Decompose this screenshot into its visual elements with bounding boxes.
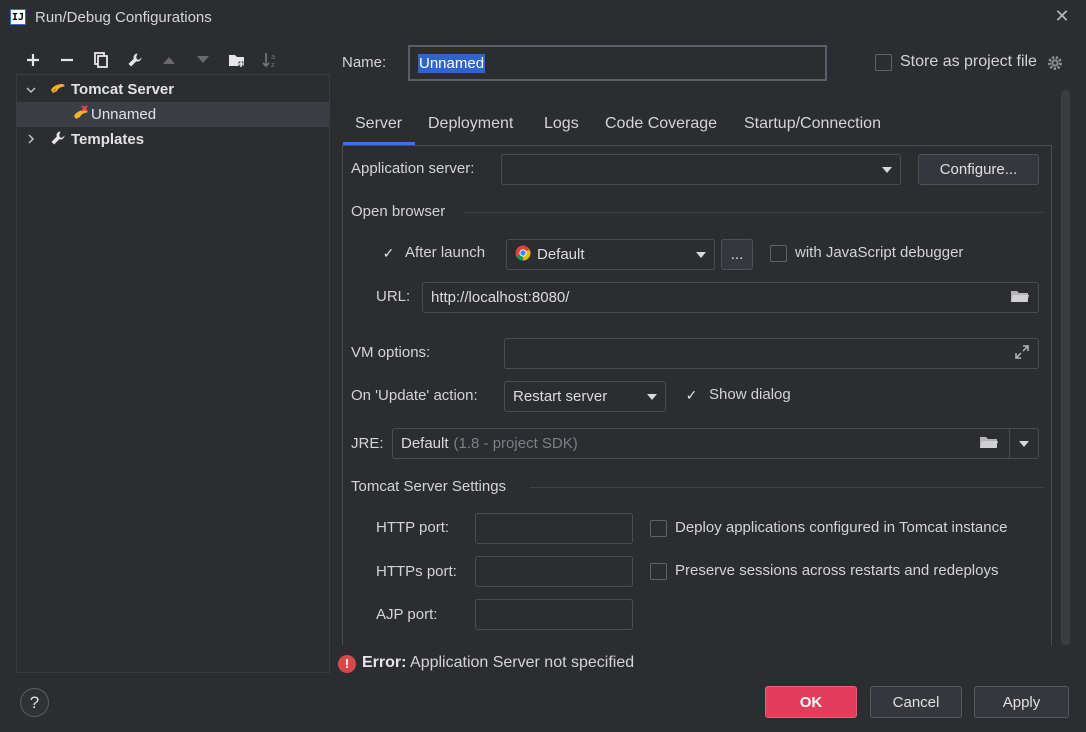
- tab-deployment[interactable]: Deployment: [428, 115, 513, 145]
- close-icon[interactable]: ✕: [1052, 6, 1072, 26]
- chevron-right-icon[interactable]: [24, 133, 38, 147]
- app-server-select[interactable]: [501, 154, 901, 185]
- window-title: Run/Debug Configurations: [35, 9, 212, 26]
- folder-icon[interactable]: [979, 434, 999, 454]
- name-input-value: Unnamed: [418, 53, 486, 73]
- remove-icon[interactable]: [56, 49, 78, 71]
- move-down-icon[interactable]: [192, 49, 214, 71]
- js-debugger-checkbox[interactable]: [770, 245, 787, 262]
- tree-item-label: Tomcat Server: [71, 81, 175, 98]
- tab-code-coverage[interactable]: Code Coverage: [605, 115, 717, 145]
- tab-logs[interactable]: Logs: [544, 115, 579, 145]
- http-port-input[interactable]: [475, 513, 633, 544]
- update-action-label: On 'Update' action:: [351, 387, 478, 404]
- wrench-icon[interactable]: [124, 49, 146, 71]
- tree-item-label: Unnamed: [91, 106, 157, 123]
- jre-select[interactable]: Default (1.8 - project SDK): [392, 428, 1039, 459]
- update-action-select[interactable]: Restart server: [504, 381, 666, 412]
- separator: [530, 487, 1043, 488]
- error-message: Error: Application Server not specified: [362, 654, 634, 672]
- ajp-port-label: AJP port:: [376, 606, 438, 623]
- tree-item-label: Templates: [71, 131, 145, 148]
- show-dialog-checkbox[interactable]: ✓: [683, 387, 700, 404]
- help-button[interactable]: ?: [20, 688, 49, 717]
- store-as-project-checkbox[interactable]: [875, 54, 892, 71]
- app-icon: IJ: [10, 9, 26, 25]
- separator: [463, 212, 1043, 213]
- after-launch-checkbox[interactable]: ✓: [380, 245, 397, 262]
- copy-icon[interactable]: [90, 49, 112, 71]
- tree-item-unnamed[interactable]: Unnamed: [17, 102, 329, 127]
- name-input[interactable]: Unnamed: [408, 45, 827, 81]
- new-folder-icon[interactable]: [226, 49, 248, 71]
- https-port-input[interactable]: [475, 556, 633, 587]
- svg-text:a: a: [271, 53, 275, 61]
- ajp-port-input[interactable]: [475, 599, 633, 630]
- vm-options-label: VM options:: [351, 344, 431, 361]
- tree-item-templates[interactable]: Templates: [17, 127, 329, 152]
- https-port-label: HTTPs port:: [376, 563, 457, 580]
- ok-button[interactable]: OK: [765, 686, 857, 718]
- jre-dropdown-button[interactable]: [1009, 429, 1038, 458]
- expand-icon[interactable]: [1014, 344, 1030, 364]
- move-up-icon[interactable]: [158, 49, 180, 71]
- name-label: Name:: [342, 54, 387, 71]
- preserve-sessions-label: Preserve sessions across restarts and re…: [675, 562, 999, 579]
- tomcat-icon: [50, 81, 70, 99]
- url-value: http://localhost:8080/: [431, 289, 570, 306]
- app-server-label: Application server:: [351, 160, 475, 177]
- tab-startup-connection[interactable]: Startup/Connection: [744, 115, 881, 145]
- store-as-project-label: Store as project file: [900, 53, 1037, 70]
- jre-hint: (1.8 - project SDK): [453, 435, 578, 452]
- jre-label: JRE:: [351, 435, 384, 452]
- after-launch-label: After launch: [405, 244, 486, 261]
- browser-value: Default: [537, 246, 585, 263]
- sort-icon[interactable]: az: [260, 49, 282, 71]
- error-prefix: Error:: [362, 654, 407, 671]
- show-dialog-label: Show dialog: [709, 386, 791, 403]
- update-action-value: Restart server: [513, 388, 608, 405]
- tomcat-error-icon: [73, 104, 91, 125]
- gear-icon[interactable]: [1046, 54, 1064, 76]
- browser-options-button[interactable]: ...: [721, 239, 753, 270]
- chrome-icon: [515, 245, 531, 265]
- apply-button[interactable]: Apply: [974, 686, 1069, 718]
- tab-server[interactable]: Server: [355, 115, 402, 145]
- dropdown-arrow-icon: [1019, 440, 1029, 447]
- wrench-icon: [50, 130, 70, 150]
- deploy-apps-checkbox[interactable]: [650, 520, 667, 537]
- open-browser-title: Open browser: [351, 203, 446, 220]
- error-text: Application Server not specified: [410, 654, 635, 671]
- vertical-scrollbar[interactable]: [1061, 90, 1070, 645]
- error-icon: !: [338, 655, 356, 673]
- vm-options-input[interactable]: [504, 338, 1039, 369]
- dropdown-arrow-icon: [696, 251, 706, 258]
- configuration-tree: Tomcat Server Unnamed Templates: [16, 74, 330, 673]
- url-label: URL:: [376, 288, 411, 305]
- browser-select[interactable]: Default: [506, 239, 715, 270]
- tomcat-settings-title: Tomcat Server Settings: [351, 478, 507, 495]
- dropdown-arrow-icon: [647, 393, 657, 400]
- js-debugger-label: with JavaScript debugger: [795, 244, 964, 261]
- cancel-button[interactable]: Cancel: [870, 686, 962, 718]
- preserve-sessions-checkbox[interactable]: [650, 563, 667, 580]
- tree-item-tomcat-server[interactable]: Tomcat Server: [17, 77, 329, 102]
- configure-button[interactable]: Configure...: [918, 154, 1039, 185]
- dropdown-arrow-icon: [882, 166, 892, 173]
- jre-value: Default: [401, 435, 449, 452]
- folder-icon[interactable]: [1010, 288, 1030, 308]
- deploy-apps-label: Deploy applications configured in Tomcat…: [675, 519, 1008, 536]
- http-port-label: HTTP port:: [376, 519, 450, 536]
- svg-text:z: z: [271, 61, 275, 69]
- chevron-down-icon[interactable]: [24, 83, 38, 97]
- add-icon[interactable]: [22, 49, 44, 71]
- url-input[interactable]: http://localhost:8080/: [422, 282, 1039, 313]
